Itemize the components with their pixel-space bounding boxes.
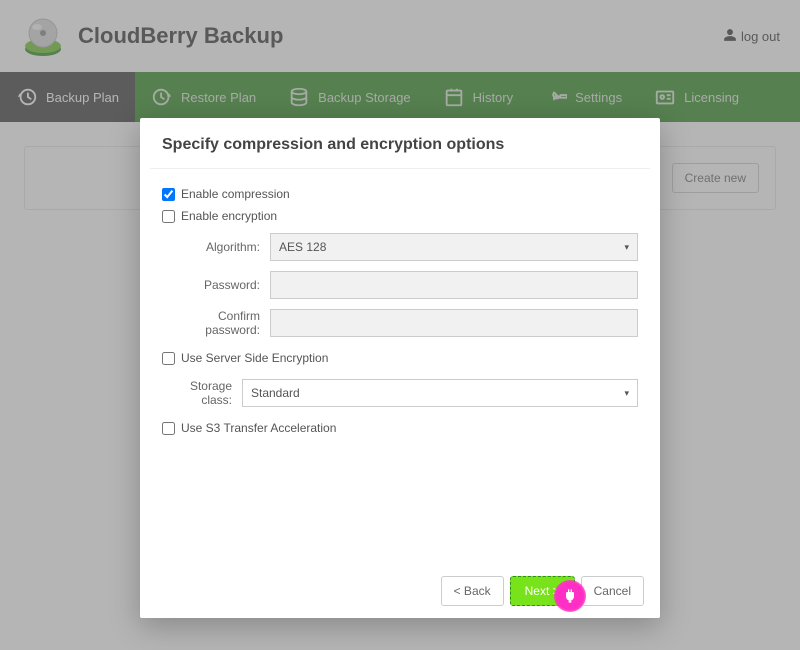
algorithm-label: Algorithm: bbox=[162, 240, 270, 254]
s3ta-checkbox[interactable] bbox=[162, 422, 175, 435]
cancel-button[interactable]: Cancel bbox=[581, 576, 644, 606]
enable-encryption-label: Enable encryption bbox=[181, 209, 277, 223]
enable-compression-label: Enable compression bbox=[181, 187, 290, 201]
s3ta-row: Use S3 Transfer Acceleration bbox=[162, 421, 638, 435]
enable-encryption-checkbox[interactable] bbox=[162, 210, 175, 223]
storage-class-row: Storage class: Standard ▾ bbox=[162, 379, 638, 407]
confirm-password-row: Confirm password: bbox=[162, 309, 638, 337]
modal-overlay: Specify compression and encryption optio… bbox=[0, 0, 800, 650]
s3ta-label: Use S3 Transfer Acceleration bbox=[181, 421, 336, 435]
algorithm-select[interactable]: AES 128 ▾ bbox=[270, 233, 638, 261]
enable-compression-row: Enable compression bbox=[162, 187, 638, 201]
modal-title: Specify compression and encryption optio… bbox=[140, 118, 660, 168]
chevron-down-icon: ▾ bbox=[624, 388, 629, 399]
confirm-password-label: Confirm password: bbox=[162, 309, 270, 337]
confirm-password-input[interactable] bbox=[270, 309, 638, 337]
enable-compression-checkbox[interactable] bbox=[162, 188, 175, 201]
password-row: Password: bbox=[162, 271, 638, 299]
compression-encryption-modal: Specify compression and encryption optio… bbox=[140, 118, 660, 618]
sse-label: Use Server Side Encryption bbox=[181, 351, 328, 365]
storage-class-label: Storage class: bbox=[162, 379, 242, 407]
modal-body: Enable compression Enable encryption Alg… bbox=[140, 169, 660, 564]
storage-class-select[interactable]: Standard ▾ bbox=[242, 379, 638, 407]
algorithm-row: Algorithm: AES 128 ▾ bbox=[162, 233, 638, 261]
algorithm-value: AES 128 bbox=[279, 240, 326, 254]
password-label: Password: bbox=[162, 278, 270, 292]
sse-checkbox[interactable] bbox=[162, 352, 175, 365]
enable-encryption-row: Enable encryption bbox=[162, 209, 638, 223]
sse-row: Use Server Side Encryption bbox=[162, 351, 638, 365]
back-button[interactable]: < Back bbox=[441, 576, 504, 606]
password-input[interactable] bbox=[270, 271, 638, 299]
modal-footer: < Back Next > Cancel bbox=[140, 564, 660, 618]
next-button[interactable]: Next > bbox=[510, 576, 575, 606]
storage-class-value: Standard bbox=[251, 386, 300, 400]
chevron-down-icon: ▾ bbox=[624, 242, 629, 253]
